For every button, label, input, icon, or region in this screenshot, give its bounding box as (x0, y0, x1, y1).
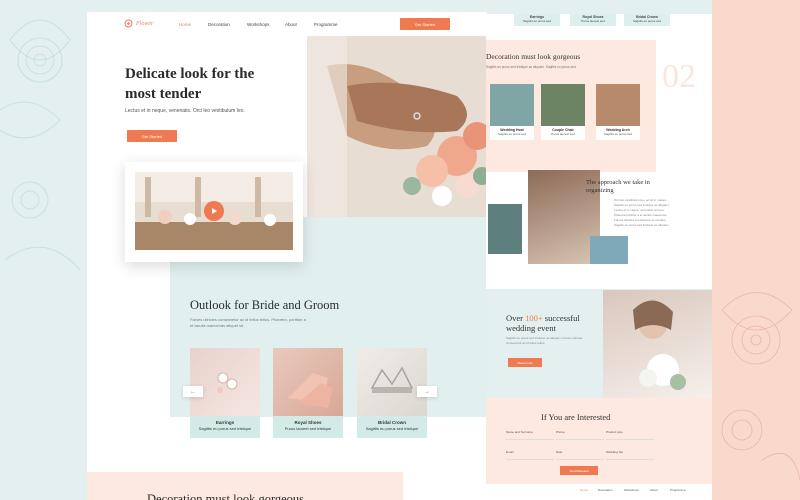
nav-programme[interactable]: Programme (314, 22, 338, 27)
product-card-royal-shoes[interactable]: Royal Shoes Purus laoreet sed tristique (273, 348, 343, 438)
thumb-caption: Couple Chair Purus laoreet sed (541, 126, 585, 140)
top-nav: Flower Home Decoration Workshops About P… (87, 12, 487, 36)
logo[interactable]: Flower (124, 19, 153, 28)
decoration-text: Sagittis eu purus sed tristique ac aliqu… (486, 65, 577, 69)
hero-title: Delicate look for the most tender (125, 64, 295, 104)
arrow-left-icon: ← (190, 388, 196, 395)
nav-workshops[interactable]: Workshops (247, 22, 269, 27)
floral-outline-left (0, 19, 81, 271)
bride-photo (603, 290, 712, 398)
event-title: Over 100+ successful wedding event (506, 313, 580, 333)
form-field-name[interactable]: Name and Surname (506, 430, 554, 440)
card-caption: Royal Shoes Purus laoreet sed tristique (273, 416, 343, 438)
video-thumbnail (135, 172, 293, 250)
hero-subtitle: Lectus et in neque, venenatis. Orci leo … (125, 108, 245, 114)
hero-title-line2: most tender (125, 86, 202, 102)
section-number-01: 01 (99, 309, 147, 362)
send-request-button[interactable]: Send Request (560, 466, 598, 475)
card-caption: Bridal Crown Sagittis eu purus sed tristi… (357, 416, 427, 438)
approach-photo-small (488, 204, 522, 254)
hero-get-started-button[interactable]: Get Started (127, 130, 177, 142)
play-icon (212, 208, 217, 214)
carousel-next-button[interactable]: → (417, 386, 437, 397)
footer-nav-workshops[interactable]: Workshops (624, 488, 639, 492)
outlook-text: Fames ultricies consectetur ac id tellus… (190, 317, 306, 328)
approach-title: The approach we take in organizing (586, 179, 650, 194)
flower-logo-icon (124, 19, 133, 28)
form-field-product-type[interactable]: Product type (606, 430, 654, 440)
footer-nav-home[interactable]: Home (580, 488, 588, 492)
nav-decoration[interactable]: Decoration (208, 22, 230, 27)
carousel-prev-button[interactable]: ← (183, 386, 203, 397)
outlook-title: Outlook for Bride and Groom (190, 298, 340, 312)
form-field-date[interactable]: Date (556, 450, 604, 460)
event-read-more-button[interactable]: Read more (508, 358, 542, 367)
top-card-earrings: Earrings Sagittis eu purus sed (514, 14, 560, 26)
form-field-wedding-set[interactable]: Wedding Set (606, 450, 654, 460)
top-card-royal-shoes: Royal Shoes Purus laoreet sed (570, 14, 616, 26)
thumb-couple-chair[interactable] (541, 84, 585, 126)
thumb-caption: Wedding Arch Sagittis eu purus sed (596, 126, 640, 140)
nav-about[interactable]: About (285, 22, 297, 27)
form-field-phone[interactable]: Phone (556, 430, 604, 440)
event-text: Sagittis eu purus sed tristique ac aliqu… (506, 336, 583, 345)
hero-photo-couple-hands (307, 36, 487, 226)
approach-text: Orci leo vestibulum leo, ac sit in massa… (614, 198, 670, 227)
shoes-image (273, 348, 343, 416)
hands-bouquet-illustration (307, 36, 487, 226)
play-button[interactable] (204, 201, 224, 221)
nav-get-started-button[interactable]: Get Started (400, 18, 450, 30)
floral-outline-right (721, 292, 800, 481)
bottom-decoration-title: Decoration must look gorgeous (147, 492, 305, 500)
section-number-02: 02 (662, 58, 696, 95)
approach-photo-decor (590, 236, 628, 264)
interest-title: If You are Interested (541, 412, 611, 422)
interest-section-bg (486, 398, 712, 484)
footer-nav-about[interactable]: About (650, 488, 658, 492)
decoration-title: Decoration must look gorgeous (486, 52, 581, 61)
hero-title-line1: Delicate look for the (125, 66, 255, 82)
thumb-caption: Wedding Host Sagittis eu purus sed (490, 126, 534, 140)
landing-page-secondary: Earrings Sagittis eu purus sed Royal Shoe… (486, 14, 712, 500)
form-field-email[interactable]: Email (506, 450, 554, 460)
crown-image (357, 348, 427, 416)
landing-page-main: Flower Home Decoration Workshops About P… (87, 12, 487, 500)
card-caption: Earrings Sagittis eu purus sed tristique (190, 416, 260, 438)
footer-nav-decoration[interactable]: Decoration (598, 488, 613, 492)
top-card-bridal-crown: Bridal Crown Sagittis eu purus sed (624, 14, 670, 26)
footer (486, 484, 712, 500)
nav-home[interactable]: Home (179, 22, 191, 27)
video-card[interactable] (125, 162, 303, 262)
footer-nav-programme[interactable]: Programme (670, 488, 686, 492)
thumb-wedding-arch[interactable] (596, 84, 640, 126)
earrings-image (190, 348, 260, 416)
arrow-right-icon: → (424, 388, 430, 395)
thumb-wedding-host[interactable] (490, 84, 534, 126)
logo-text: Flower (136, 20, 154, 27)
